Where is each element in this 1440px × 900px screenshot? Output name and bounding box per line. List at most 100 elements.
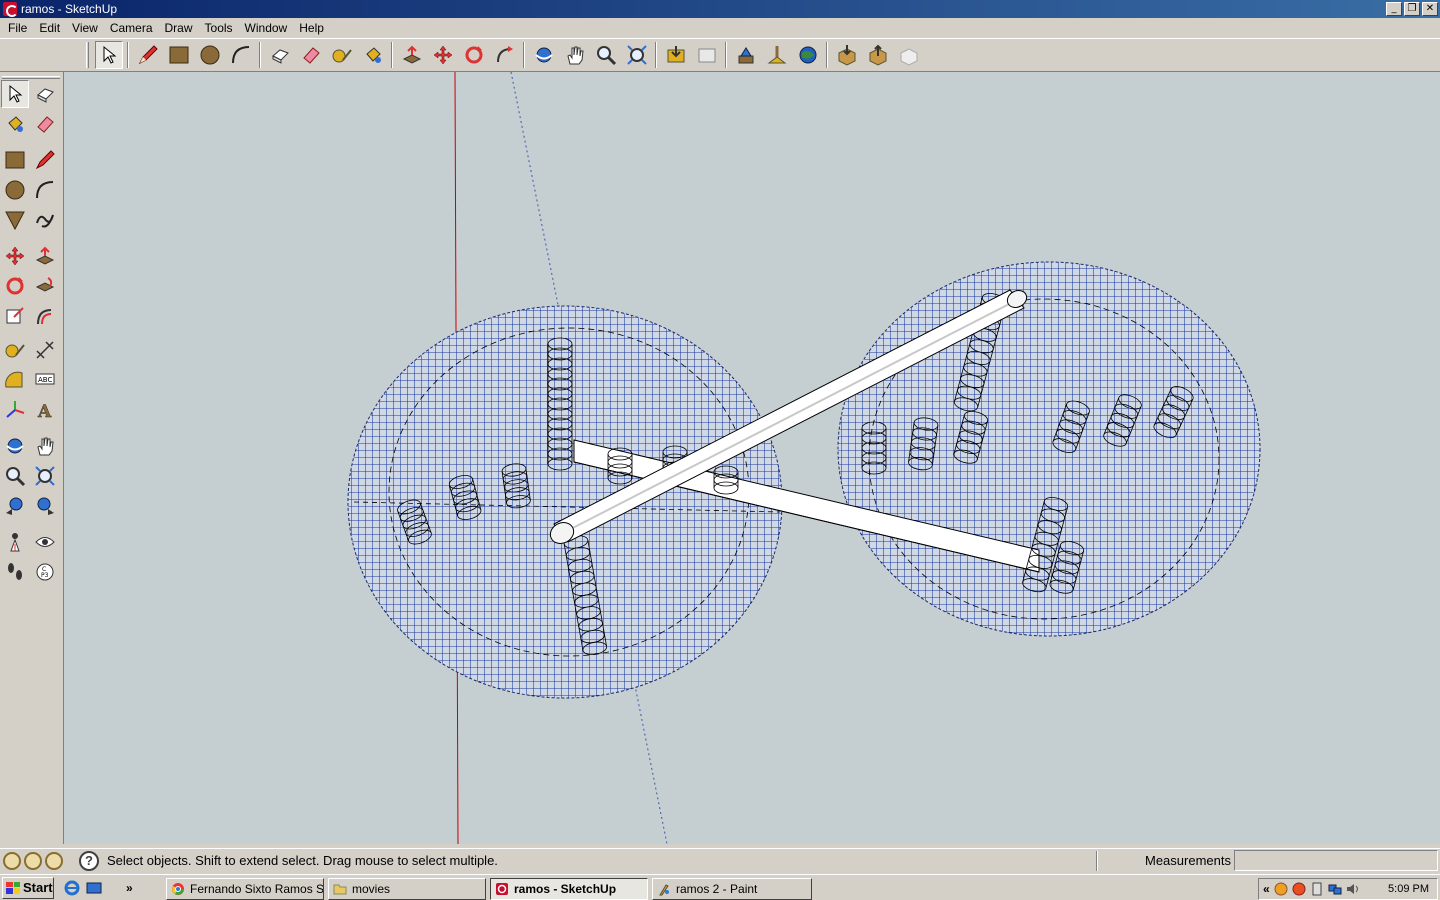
3d-text-icon[interactable]: A bbox=[31, 396, 59, 424]
position-camera-icon[interactable] bbox=[1, 528, 29, 556]
quick-launch: » bbox=[64, 880, 133, 896]
get-models-3d-warehouse-icon[interactable] bbox=[833, 41, 861, 69]
walk-icon[interactable] bbox=[1, 558, 29, 586]
model-canvas[interactable] bbox=[64, 72, 1440, 844]
tray-expand-icon[interactable]: « bbox=[1263, 882, 1270, 896]
folder-icon bbox=[333, 884, 347, 895]
clock[interactable]: 5:09 PM bbox=[1388, 883, 1429, 895]
tray-device-icon[interactable] bbox=[1310, 882, 1324, 896]
zoom-extents-icon[interactable] bbox=[31, 492, 59, 520]
toolbar-grip[interactable] bbox=[2, 76, 60, 79]
task-button-chrome[interactable]: Fernando Sixto Ramos S... bbox=[166, 878, 324, 900]
rectangle-icon[interactable] bbox=[1, 146, 29, 174]
select-icon[interactable] bbox=[1, 80, 29, 108]
volume-icon[interactable] bbox=[1346, 882, 1360, 896]
push-pull-icon[interactable] bbox=[31, 242, 59, 270]
pan-icon[interactable] bbox=[31, 432, 59, 460]
restore-button[interactable]: ❐ bbox=[1404, 2, 1420, 16]
make-component-icon[interactable] bbox=[266, 41, 294, 69]
eraser-icon[interactable] bbox=[31, 110, 59, 138]
measurements-input[interactable] bbox=[1234, 850, 1438, 871]
axes-icon[interactable] bbox=[1, 396, 29, 424]
scale-icon[interactable] bbox=[1, 302, 29, 330]
section-plane-icon[interactable]: C P3 bbox=[31, 558, 59, 586]
network-icon[interactable] bbox=[1328, 882, 1342, 896]
offset-icon[interactable] bbox=[31, 302, 59, 330]
right-wheel-disc[interactable] bbox=[834, 260, 1264, 640]
select-icon[interactable] bbox=[94, 41, 123, 69]
protractor-icon[interactable] bbox=[1, 366, 29, 394]
share-model-icon[interactable] bbox=[693, 41, 721, 69]
tape-measure-icon[interactable] bbox=[328, 41, 356, 69]
zoom-extents-icon[interactable] bbox=[623, 41, 651, 69]
quick-launch-more-icon[interactable]: » bbox=[126, 881, 133, 895]
dimension-icon[interactable] bbox=[31, 336, 59, 364]
help-icon[interactable]: ? bbox=[79, 850, 99, 871]
minimize-button[interactable]: _ bbox=[1386, 2, 1402, 16]
pan-icon[interactable] bbox=[561, 41, 589, 69]
zoom-window-icon[interactable] bbox=[31, 462, 59, 490]
toggle-terrain-icon[interactable] bbox=[763, 41, 791, 69]
task-label: ramos 2 - Paint bbox=[676, 882, 758, 896]
zoom-icon[interactable] bbox=[592, 41, 620, 69]
tape-measure-icon[interactable] bbox=[1, 336, 29, 364]
user-login-icon[interactable] bbox=[45, 851, 63, 870]
credits-icon[interactable] bbox=[24, 851, 42, 870]
follow-me-icon[interactable] bbox=[31, 272, 59, 300]
zoom-icon[interactable] bbox=[1, 462, 29, 490]
eraser-icon[interactable] bbox=[297, 41, 325, 69]
rotate-icon[interactable] bbox=[1, 272, 29, 300]
previous-view-icon[interactable] bbox=[1, 492, 29, 520]
toolbar-grip[interactable] bbox=[86, 42, 89, 68]
task-button-sketchup[interactable]: ramos - SketchUp bbox=[490, 878, 648, 900]
menu-view[interactable]: View bbox=[66, 21, 104, 35]
arc-icon[interactable] bbox=[31, 176, 59, 204]
move-icon[interactable] bbox=[1, 242, 29, 270]
arc-icon[interactable] bbox=[227, 41, 255, 69]
circle-icon[interactable] bbox=[196, 41, 224, 69]
title-bar: ramos - SketchUp _ ❐ ✕ bbox=[0, 0, 1440, 18]
place-model-icon[interactable] bbox=[895, 41, 923, 69]
menu-window[interactable]: Window bbox=[239, 21, 294, 35]
text-icon[interactable]: ABC bbox=[31, 366, 59, 394]
paint-bucket-icon[interactable] bbox=[359, 41, 387, 69]
freehand-icon[interactable] bbox=[31, 206, 59, 234]
close-button[interactable]: ✕ bbox=[1422, 2, 1438, 16]
task-button-paint[interactable]: ramos 2 - Paint bbox=[652, 878, 812, 900]
share-component-icon[interactable] bbox=[864, 41, 892, 69]
menu-draw[interactable]: Draw bbox=[159, 21, 199, 35]
rotate-icon[interactable] bbox=[460, 41, 488, 69]
make-component-icon[interactable] bbox=[31, 80, 59, 108]
rectangle-icon[interactable] bbox=[165, 41, 193, 69]
tray-antivirus-icon[interactable] bbox=[1292, 882, 1306, 896]
move-icon[interactable] bbox=[429, 41, 457, 69]
menu-edit[interactable]: Edit bbox=[33, 21, 66, 35]
windows-logo-icon bbox=[6, 881, 20, 894]
internet-explorer-icon[interactable] bbox=[64, 880, 80, 896]
task-button-movies[interactable]: movies bbox=[328, 878, 486, 900]
paint-bucket-icon[interactable] bbox=[1, 110, 29, 138]
menu-file[interactable]: File bbox=[2, 21, 33, 35]
menu-help[interactable]: Help bbox=[293, 21, 330, 35]
look-around-icon[interactable] bbox=[31, 528, 59, 556]
add-location-icon[interactable] bbox=[732, 41, 760, 69]
tray-app-icon[interactable] bbox=[1274, 882, 1288, 896]
menu-tools[interactable]: Tools bbox=[199, 21, 239, 35]
menu-camera[interactable]: Camera bbox=[104, 21, 159, 35]
pencil-icon[interactable] bbox=[134, 41, 162, 69]
get-models-icon[interactable] bbox=[662, 41, 690, 69]
show-desktop-icon[interactable] bbox=[86, 880, 102, 896]
orbit-icon[interactable] bbox=[530, 41, 558, 69]
drawing-viewport[interactable] bbox=[64, 72, 1440, 844]
follow-me-icon[interactable] bbox=[491, 41, 519, 69]
polygon-icon[interactable] bbox=[1, 206, 29, 234]
orbit-icon[interactable] bbox=[1, 432, 29, 460]
left-wheel-disc[interactable] bbox=[344, 302, 789, 702]
line-icon[interactable] bbox=[31, 146, 59, 174]
push-pull-icon[interactable] bbox=[398, 41, 426, 69]
sketchup-icon bbox=[3, 2, 18, 17]
preview-google-earth-icon[interactable] bbox=[794, 41, 822, 69]
circle-icon[interactable] bbox=[1, 176, 29, 204]
geo-location-icon[interactable] bbox=[3, 851, 21, 870]
start-button[interactable]: Start bbox=[2, 876, 54, 899]
